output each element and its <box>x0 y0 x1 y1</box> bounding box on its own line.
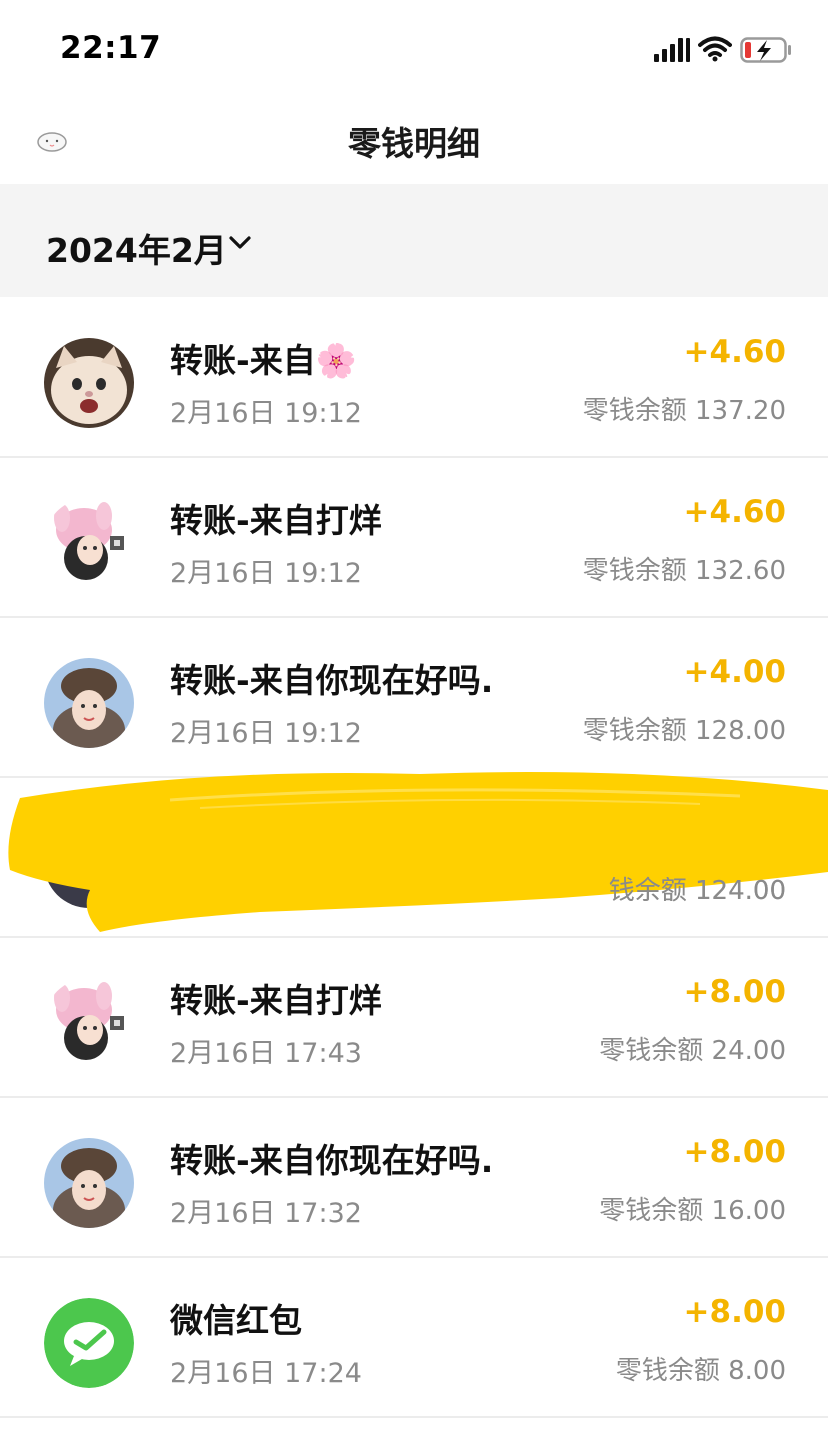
transaction-amount: +4.60 <box>683 334 786 370</box>
status-bar: 22:17 <box>0 0 828 96</box>
divider <box>0 1416 828 1418</box>
transaction-title: 转账-来自🌸 <box>170 341 357 380</box>
redaction-mark <box>8 772 828 932</box>
transaction-amount: +8.00 <box>683 1294 786 1330</box>
transaction-row[interactable]: 微信红包 2月16日 17:24 +8.00 零钱余额 8.00 <box>0 1258 828 1418</box>
transaction-date: 2月16日 17:24 <box>170 1358 362 1389</box>
cherry-blossom-icon: 🌸 <box>315 341 357 380</box>
wechat-red-packet-icon <box>44 1298 134 1388</box>
balance-after: 零钱余额 137.20 <box>582 396 786 426</box>
status-time: 22:17 <box>60 30 162 66</box>
balance-after: 零钱余额 132.60 <box>582 556 786 586</box>
transaction-row[interactable]: 转账-来自你现在好吗. 2月16日 19:12 +4.00 零钱余额 128.0… <box>0 618 828 778</box>
cat-avatar <box>44 338 134 428</box>
balance-after: 零钱余额 128.00 <box>582 716 786 746</box>
girl-photo-avatar <box>44 658 134 748</box>
transaction-date: 2月16日 17:32 <box>170 1198 362 1229</box>
transaction-date: 2月16日 17:43 <box>170 1038 362 1069</box>
cellular-signal-icon <box>654 38 690 62</box>
battery-charging-icon <box>740 37 791 63</box>
balance-after: 零钱余额 8.00 <box>615 1356 786 1386</box>
transaction-title: 转账-来自打烊 <box>170 981 382 1020</box>
transaction-amount: +4.60 <box>683 494 786 530</box>
anime-girl-avatar <box>44 978 134 1068</box>
anime-girl-avatar <box>44 498 134 588</box>
transaction-title: 转账-来自你现在好吗. <box>170 661 494 700</box>
transaction-amount: +4.00 <box>683 654 786 690</box>
wifi-icon <box>698 36 732 62</box>
month-selector[interactable]: 2024年2月 <box>46 224 227 272</box>
transaction-title: 转账-来自打烊 <box>170 501 382 540</box>
transaction-title: 微信红包 <box>170 1301 302 1340</box>
transaction-date: 2月16日 19:12 <box>170 558 362 589</box>
transaction-row[interactable]: 转账-来自你现在好吗. 2月16日 17:32 +8.00 零钱余额 16.00 <box>0 1098 828 1258</box>
transaction-date: 2月16日 19:12 <box>170 398 362 429</box>
transaction-row[interactable]: 转账-来自🌸 2月16日 19:12 +4.60 零钱余额 137.20 <box>0 298 828 458</box>
girl-photo-avatar <box>44 1138 134 1228</box>
transaction-date: 2月16日 19:12 <box>170 718 362 749</box>
balance-after: 零钱余额 24.00 <box>599 1036 786 1066</box>
chevron-down-icon[interactable] <box>228 234 252 252</box>
transaction-row[interactable]: 转账-来自打烊 2月16日 19:12 +4.60 零钱余额 132.60 <box>0 458 828 618</box>
balance-after: 零钱余额 16.00 <box>599 1196 786 1226</box>
page-title: 零钱明细 <box>348 124 480 163</box>
transaction-title: 转账-来自你现在好吗. <box>170 1141 494 1180</box>
transaction-amount: +8.00 <box>683 974 786 1010</box>
transaction-row[interactable]: 转账-来自打烊 2月16日 17:43 +8.00 零钱余额 24.00 <box>0 938 828 1098</box>
transaction-amount: +8.00 <box>683 1134 786 1170</box>
